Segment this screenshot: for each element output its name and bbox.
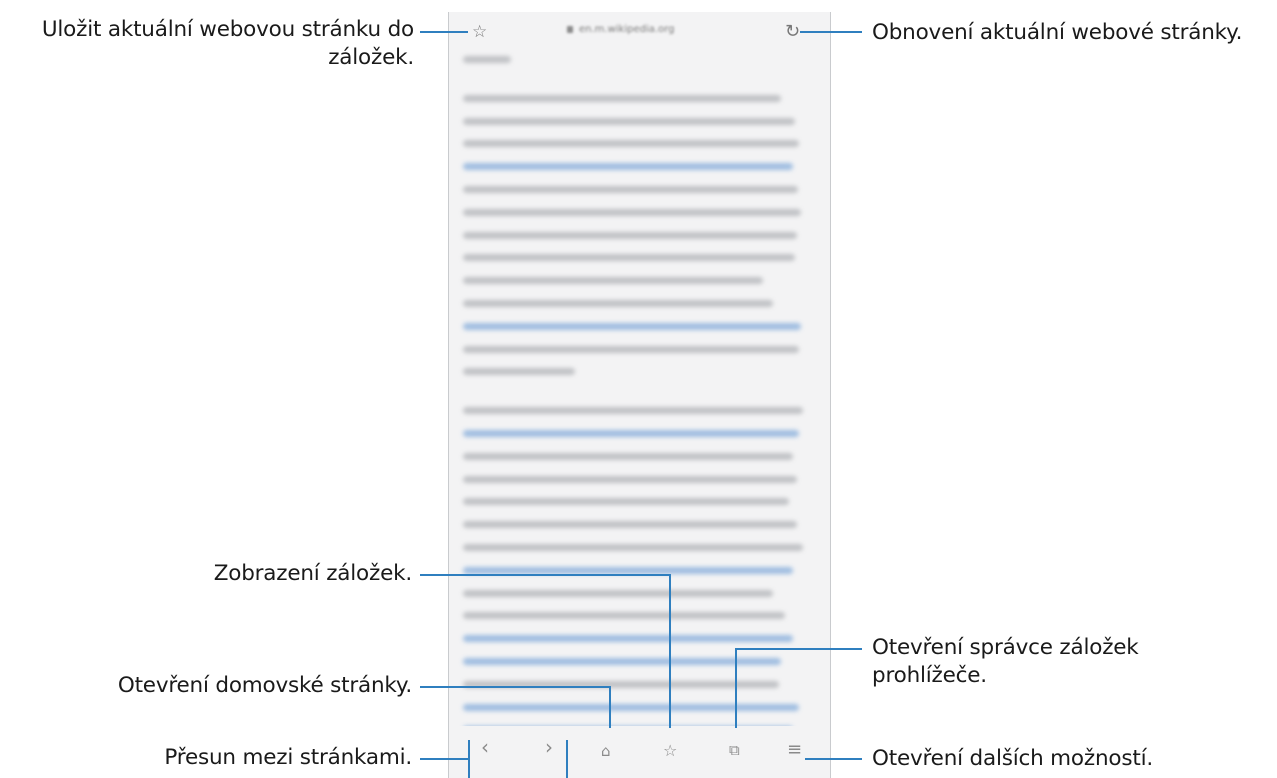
refresh-icon[interactable]: ↻ bbox=[785, 23, 800, 41]
annotation-tab-manager: Otevření správce záložek prohlížeče. bbox=[872, 635, 1139, 688]
annotation-navigate: Přesun mezi stránkami. bbox=[164, 745, 412, 770]
callout-line-navigate-bracket-left bbox=[468, 740, 470, 778]
home-icon[interactable]: ⌂ bbox=[601, 743, 611, 760]
annotation-save-bookmark: Uložit aktuální webovou stránku do zálož… bbox=[41, 17, 414, 70]
callout-line-navigate-bracket-right bbox=[566, 740, 568, 778]
callout-line-view-bookmarks bbox=[420, 574, 670, 576]
bottom-toolbar: ‹ › ⌂ ☆ ⧉ ≡ bbox=[449, 726, 830, 778]
callout-line-view-bookmarks-v bbox=[669, 574, 671, 728]
callout-line-tab-manager-v bbox=[735, 648, 737, 728]
bookmark-star-icon[interactable]: ☆ bbox=[472, 24, 487, 41]
callout-line-navigate bbox=[420, 758, 468, 760]
annotation-refresh: Obnovení aktuální webové stránky. bbox=[872, 20, 1243, 45]
url-field[interactable]: en.m.wikipedia.org bbox=[567, 24, 717, 38]
callout-line-tab-manager bbox=[736, 648, 862, 650]
tabs-icon[interactable]: ⧉ bbox=[729, 742, 740, 759]
bookmarks-icon[interactable]: ☆ bbox=[663, 742, 677, 759]
back-icon[interactable]: ‹ bbox=[481, 737, 489, 757]
annotation-home: Otevření domovské stránky. bbox=[117, 673, 412, 698]
annotation-more-options: Otevření dalších možností. bbox=[872, 746, 1153, 771]
annotation-view-bookmarks: Zobrazení záložek. bbox=[213, 561, 412, 586]
address-bar[interactable]: ☆ en.m.wikipedia.org ↻ bbox=[449, 12, 830, 52]
browser-screen: ☆ en.m.wikipedia.org ↻ ‹ › ⌂ ☆ ⧉ ≡ bbox=[448, 12, 831, 778]
lock-icon bbox=[567, 26, 573, 33]
menu-icon[interactable]: ≡ bbox=[787, 741, 802, 759]
callout-line-save-bookmark bbox=[420, 31, 468, 33]
callout-line-home-v bbox=[609, 686, 611, 728]
callout-line-refresh bbox=[800, 31, 862, 33]
callout-line-home bbox=[420, 686, 610, 688]
page-content bbox=[463, 56, 813, 749]
callout-line-more-options bbox=[805, 758, 862, 760]
forward-icon[interactable]: › bbox=[545, 737, 553, 757]
